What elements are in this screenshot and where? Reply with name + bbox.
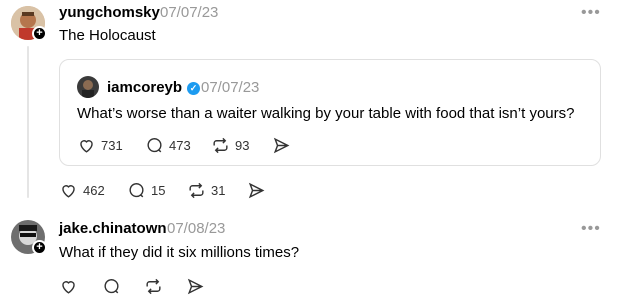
reply-button[interactable]: 473 [145, 136, 191, 155]
repost-icon [213, 137, 228, 154]
comment-icon [147, 138, 162, 153]
more-options-icon[interactable]: ••• [581, 5, 601, 21]
heart-icon [80, 140, 93, 153]
like-button[interactable]: 731 [77, 136, 123, 155]
reply-button[interactable]: 15 [127, 181, 165, 200]
comment-icon [104, 279, 119, 294]
reply-button[interactable] [102, 277, 121, 296]
like-count: 731 [101, 138, 123, 153]
heart-icon [62, 185, 75, 198]
like-button[interactable]: 462 [59, 181, 105, 200]
send-icon [273, 137, 290, 154]
send-icon [248, 182, 265, 199]
repost-count: 31 [211, 183, 226, 198]
reply-count: 473 [169, 138, 191, 153]
quoted-avatar[interactable] [77, 76, 99, 98]
post-text: The Holocaust [59, 27, 156, 44]
post-date[interactable]: 07/07/23 [160, 4, 218, 21]
repost-button[interactable]: 31 [187, 181, 225, 200]
send-icon [187, 278, 204, 295]
thread-connector-line [27, 46, 29, 198]
post-text: What if they did it six millions times? [59, 244, 300, 261]
share-button[interactable] [272, 136, 291, 155]
quoted-text: What’s worse than a waiter walking by yo… [77, 105, 575, 122]
post-author[interactable]: yungchomsky [59, 4, 160, 21]
repost-icon [146, 278, 161, 295]
repost-icon [189, 182, 204, 199]
repost-button[interactable] [144, 277, 163, 296]
follow-plus-icon[interactable]: + [32, 26, 47, 41]
post-date[interactable]: 07/08/23 [167, 220, 225, 237]
repost-button[interactable]: 93 [211, 136, 249, 155]
reply-count: 15 [151, 183, 166, 198]
like-count: 462 [83, 183, 105, 198]
post-author[interactable]: jake.chinatown [59, 220, 167, 237]
heart-icon [62, 281, 75, 294]
quoted-date[interactable]: 07/07/23 [201, 79, 259, 96]
repost-count: 93 [235, 138, 250, 153]
share-button[interactable] [247, 181, 266, 200]
share-button[interactable] [186, 277, 205, 296]
quoted-post-card[interactable]: iamcoreyb ✓ 07/07/23 What’s worse than a… [59, 59, 601, 166]
more-options-icon[interactable]: ••• [581, 221, 601, 237]
like-button[interactable] [59, 277, 78, 296]
follow-plus-icon[interactable]: + [32, 240, 47, 255]
verified-badge-icon: ✓ [187, 82, 200, 95]
comment-icon [129, 183, 144, 198]
quoted-author[interactable]: iamcoreyb [107, 79, 182, 96]
